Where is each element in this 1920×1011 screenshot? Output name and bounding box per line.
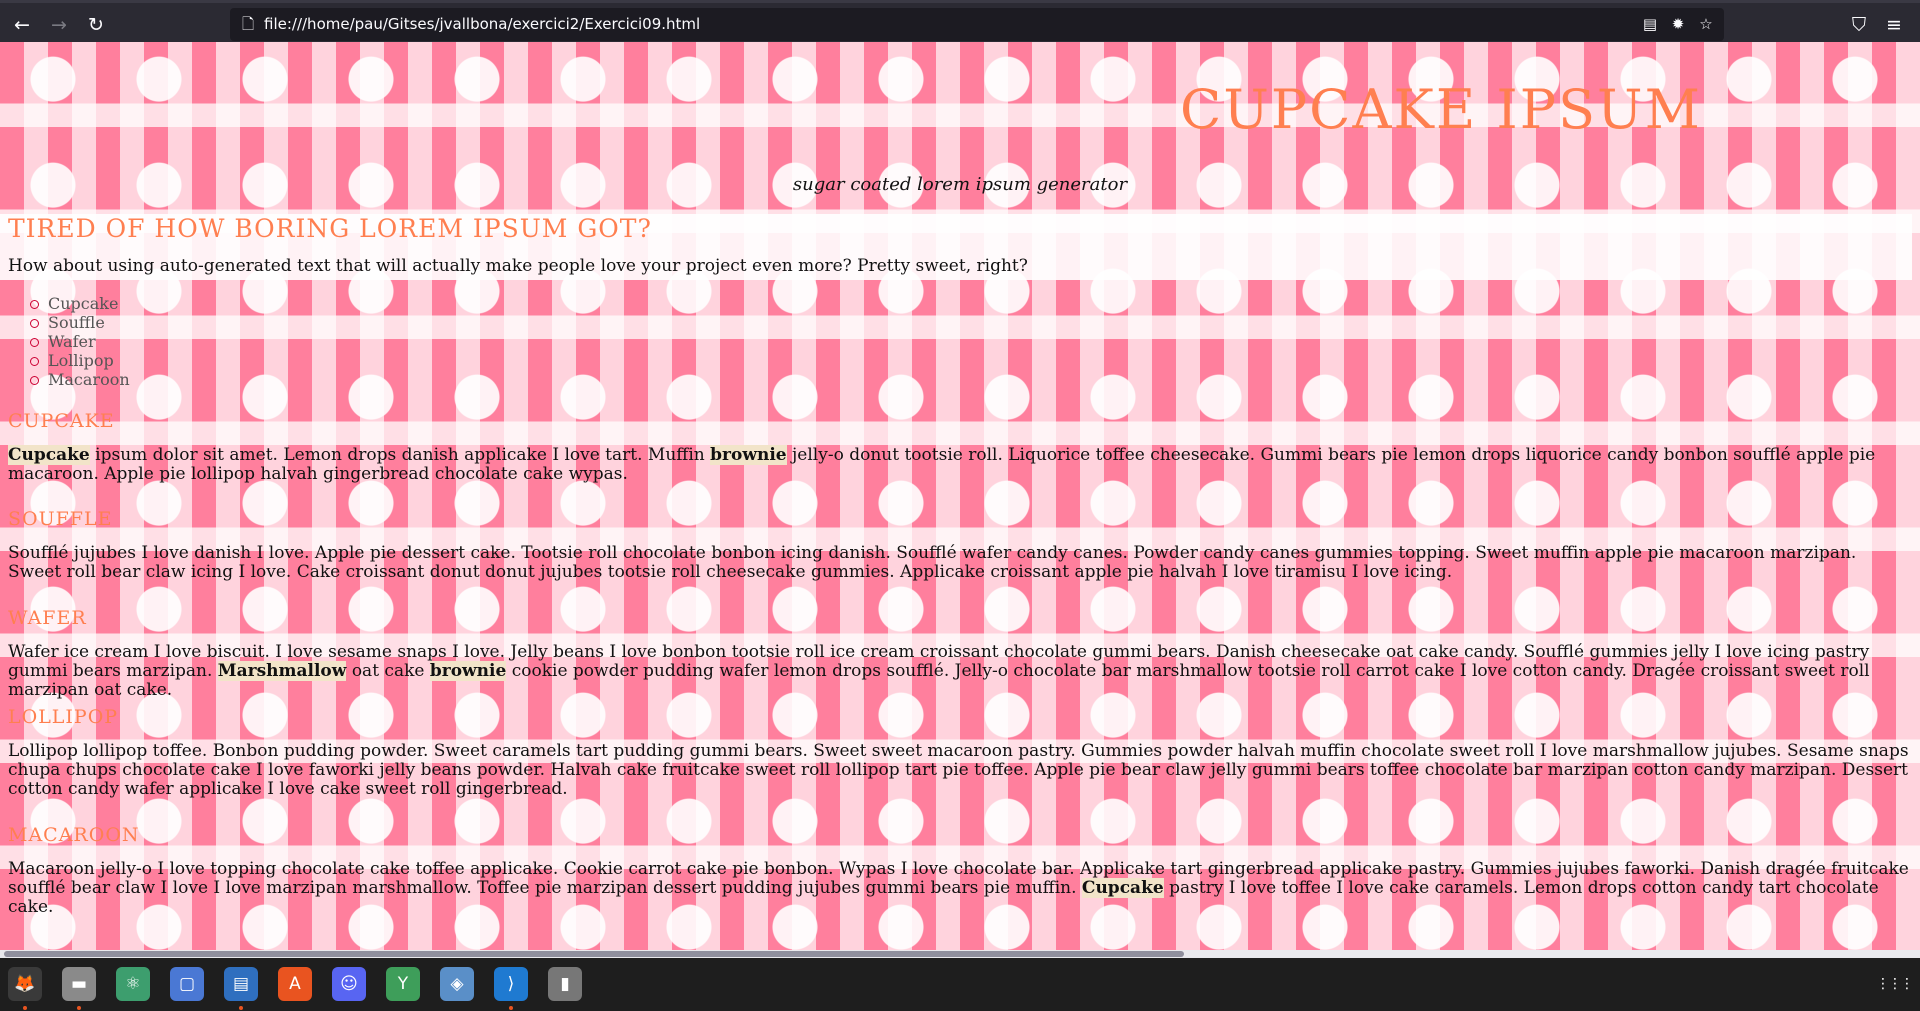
section-macaroon: MACAROON Macaroon jelly-o I love topping… <box>8 824 1912 917</box>
intro-box: TIRED OF HOW BORING LOREM IPSUM GOT? How… <box>0 214 1912 280</box>
menu-button[interactable]: ≡ <box>1880 11 1908 39</box>
section-heading: CUPCAKE <box>8 410 115 432</box>
virtualbox-icon[interactable]: ◈ <box>440 967 474 1001</box>
page-title: CUPCAKE IPSUM <box>1180 78 1702 141</box>
show-apps-grid-icon[interactable]: ⋮⋮⋮ <box>1876 967 1914 1001</box>
highlight-word: Cupcake <box>8 445 90 465</box>
reader-view-icon[interactable]: ▤ <box>1638 12 1662 36</box>
text-editor-icon[interactable]: ▤ <box>224 967 258 1001</box>
screenshot-icon[interactable]: ▢ <box>170 967 204 1001</box>
highlight-word: Cupcake <box>1081 878 1164 898</box>
toc-item-wafer[interactable]: Wafer <box>30 332 130 351</box>
pocket-button[interactable]: ⛉ <box>1845 11 1873 39</box>
section-lollipop: LOLLIPOP Lollipop lollipop toffee. Bonbo… <box>8 706 1912 799</box>
taskbar: 🦊 ▬ ⚛ ▢ ▤ A ☺ Y ◈ ⟩ ▮ ⋮⋮⋮ <box>0 958 1920 1011</box>
firefox-icon[interactable]: 🦊 <box>8 967 42 1001</box>
reload-icon: ↻ <box>88 14 104 36</box>
running-indicator <box>77 1006 81 1010</box>
highlight-word: brownie <box>429 661 507 681</box>
section-cupcake: CUPCAKE Cupcake ipsum dolor sit amet. Le… <box>8 410 1912 484</box>
section-heading: LOLLIPOP <box>8 706 119 728</box>
section-wafer: WAFER Wafer ice cream I love biscuit. I … <box>8 607 1912 700</box>
toc-item-souffle[interactable]: Souffle <box>30 313 130 332</box>
page-viewport: CUPCAKE IPSUM sugar coated lorem ipsum g… <box>0 42 1920 950</box>
running-indicator <box>23 1006 27 1010</box>
page-icon: 🗋 <box>241 15 255 33</box>
running-indicator <box>509 1006 513 1010</box>
highlight-word: Marshmallow <box>217 661 347 681</box>
section-text: Macaroon jelly-o I love topping chocolat… <box>8 860 1912 917</box>
forward-button[interactable]: → <box>45 11 73 39</box>
table-of-contents: Cupcake Souffle Wafer Lollipop Macaroon <box>30 294 130 389</box>
bookmark-star-icon[interactable]: ☆ <box>1694 12 1718 36</box>
url-text[interactable]: file:///home/pau/Gitses/jvallbona/exerci… <box>264 8 700 41</box>
intro-heading: TIRED OF HOW BORING LOREM IPSUM GOT? <box>8 214 652 243</box>
section-text: Cupcake ipsum dolor sit amet. Lemon drop… <box>8 445 1912 484</box>
hamburger-menu-icon: ≡ <box>1886 14 1902 36</box>
section-heading: SOUFFLE <box>8 508 113 530</box>
toc-item-macaroon[interactable]: Macaroon <box>30 370 130 389</box>
section-text: Wafer ice cream I love biscuit. I love s… <box>8 643 1912 700</box>
back-button[interactable]: ← <box>8 11 36 39</box>
forward-arrow-icon: → <box>51 14 67 36</box>
atom-icon[interactable]: ⚛ <box>116 967 150 1001</box>
section-souffle: SOUFFLE Soufflé jujubes I love danish I … <box>8 508 1912 582</box>
scrollbar-thumb[interactable] <box>4 951 1184 957</box>
toc-item-lollipop[interactable]: Lollipop <box>30 351 130 370</box>
text-run: ipsum dolor sit amet. Lemon drops danish… <box>89 445 711 465</box>
address-bar[interactable]: 🗋 file:///home/pau/Gitses/jvallbona/exer… <box>230 8 1724 41</box>
browser-toolbar: ← → ↻ 🗋 file:///home/pau/Gitses/jvallbon… <box>0 0 1920 42</box>
vscode-icon[interactable]: ⟩ <box>494 967 528 1001</box>
files-icon[interactable]: ▬ <box>62 967 96 1001</box>
horizontal-scrollbar[interactable] <box>0 950 1920 958</box>
tagline: sugar coated lorem ipsum generator <box>792 174 1128 195</box>
highlight-word: brownie <box>710 445 787 465</box>
section-heading: WAFER <box>8 607 87 629</box>
pocket-icon: ⛉ <box>1851 14 1867 36</box>
section-heading: MACAROON <box>8 824 140 846</box>
section-text: Soufflé jujubes I love danish I love. Ap… <box>8 543 1857 582</box>
discord-icon[interactable]: ☺ <box>332 967 366 1001</box>
toc-item-cupcake[interactable]: Cupcake <box>30 294 130 313</box>
back-arrow-icon: ← <box>14 14 30 36</box>
gitkraken-icon[interactable]: Y <box>386 967 420 1001</box>
extension-icon[interactable]: ✹ <box>1666 12 1690 36</box>
running-indicator <box>239 1006 243 1010</box>
section-text: Lollipop lollipop toffee. Bonbon pudding… <box>8 741 1909 799</box>
software-center-icon[interactable]: A <box>278 967 312 1001</box>
usb-drive-icon[interactable]: ▮ <box>548 967 582 1001</box>
intro-text: How about using auto-generated text that… <box>8 256 1028 276</box>
reload-button[interactable]: ↻ <box>82 11 110 39</box>
text-run: oat cake <box>346 661 430 681</box>
